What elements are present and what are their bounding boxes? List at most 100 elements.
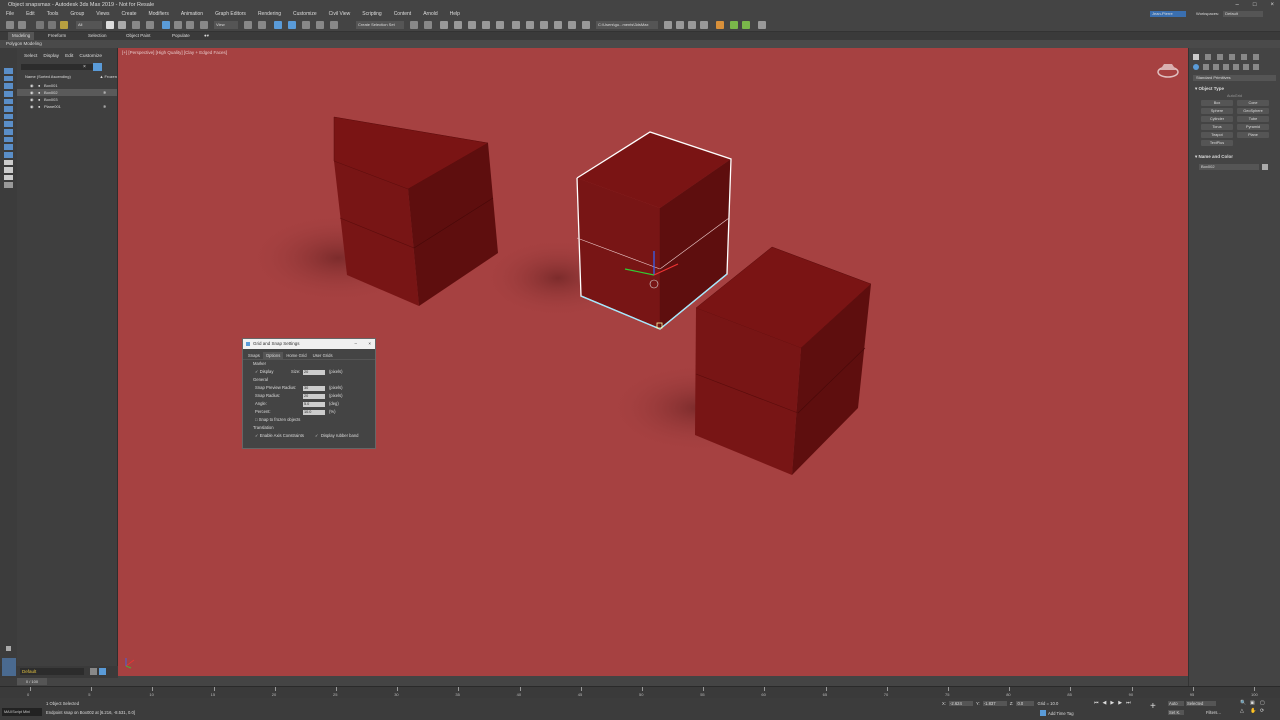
minimize-icon[interactable]: – (354, 339, 357, 349)
scene-tab-select[interactable]: Select (21, 54, 40, 59)
rotate-icon[interactable] (174, 21, 182, 29)
snap-radius-spinner[interactable]: 20 (303, 393, 325, 399)
motion-tab-icon[interactable] (1229, 54, 1235, 60)
filter-funnel-icon[interactable] (93, 63, 102, 71)
render-shortcut-icon[interactable] (716, 21, 724, 29)
key-filters-button[interactable]: Filters... (1206, 710, 1221, 715)
named-selection-dropdown[interactable]: Create Selection Set (356, 21, 404, 29)
redo-icon[interactable] (18, 21, 26, 29)
tab-user-grids[interactable]: User Grids (310, 352, 336, 359)
box001-mesh[interactable] (333, 116, 498, 306)
lights-icon[interactable] (1213, 64, 1219, 70)
menu-scripting[interactable]: Scripting (356, 10, 387, 18)
go-to-start-icon[interactable]: ⏮ (1094, 700, 1099, 706)
scale-icon[interactable] (186, 21, 194, 29)
scene-explorer-toggle-icon[interactable] (440, 21, 448, 29)
visibility-eye-icon[interactable]: ◉ (30, 89, 34, 96)
helpers-filter-icon[interactable] (4, 121, 13, 127)
preview-radius-spinner[interactable]: 30 (303, 385, 325, 391)
freeze-icon[interactable]: ❄ (103, 103, 106, 110)
angle-spinner[interactable]: 5.0 (303, 401, 325, 407)
select-manipulate-icon[interactable] (258, 21, 266, 29)
shapes-filter-icon[interactable] (4, 98, 13, 105)
cylinder-button[interactable]: Cylinder (1201, 116, 1233, 122)
layer-toggle-icon[interactable] (99, 668, 106, 675)
arnold-render-icon[interactable] (742, 21, 750, 29)
y-field[interactable]: -1.837 (982, 701, 1007, 706)
expand-arrow-icon[interactable] (6, 646, 11, 651)
axis-constraints-checkbox[interactable]: ✓ (255, 433, 259, 438)
ribbon-subtitle[interactable]: Polygon Modeling (6, 41, 42, 46)
minimize-icon[interactable]: – (1236, 0, 1239, 10)
size-spinner[interactable]: 20 (303, 369, 325, 375)
place-icon[interactable] (200, 21, 208, 29)
plane-button[interactable]: Plane (1237, 132, 1269, 138)
pyramid-button[interactable]: Pyramid (1237, 124, 1269, 130)
menu-edit[interactable]: Edit (20, 10, 41, 18)
project-folder-icon[interactable] (664, 21, 672, 29)
scene-tab-edit[interactable]: Edit (62, 54, 76, 59)
angle-snap-icon[interactable] (288, 21, 296, 29)
rendered-frame-icon[interactable] (540, 21, 548, 29)
utilities-tab-icon[interactable] (1253, 54, 1259, 60)
user-account-button[interactable]: Jean-Pierre (1150, 11, 1186, 17)
display-checkbox[interactable]: ✓ (255, 369, 259, 374)
box-button[interactable]: Box (1201, 100, 1233, 106)
tab-freeform[interactable]: Freeform (48, 32, 66, 40)
name-color-rollout[interactable]: ▾ Name and Color (1189, 152, 1280, 162)
curve-editor-icon[interactable] (482, 21, 490, 29)
space-warps-filter-icon[interactable] (4, 129, 13, 135)
groups-filter-icon[interactable] (4, 136, 13, 143)
auto-key-button[interactable]: Auto (1168, 701, 1184, 706)
pan-icon[interactable]: ✋ (1250, 708, 1258, 714)
render-production-icon[interactable] (554, 21, 562, 29)
percent-snap-icon[interactable] (302, 21, 310, 29)
menu-create[interactable]: Create (116, 10, 143, 18)
maxscript-listener[interactable]: MAXScript Mini (2, 708, 42, 716)
torus-button[interactable]: Torus (1201, 124, 1233, 130)
x-field[interactable]: -2.624 (948, 701, 973, 706)
frozen-filter-icon[interactable] (4, 167, 13, 173)
tab-options[interactable]: Options (262, 352, 284, 359)
visibility-eye-icon[interactable]: ◉ (30, 96, 34, 103)
clear-search-icon[interactable]: × (83, 64, 86, 70)
helpers-icon[interactable] (1233, 64, 1239, 70)
selection-filter-dropdown[interactable]: All (76, 21, 102, 29)
shapes-icon[interactable] (1203, 64, 1209, 70)
tab-home-grid[interactable]: Home Grid (283, 352, 309, 359)
arnold-icon[interactable] (730, 21, 738, 29)
add-time-tag[interactable]: Add Time Tag (1048, 711, 1074, 716)
menu-group[interactable]: Group (64, 10, 90, 18)
list-item[interactable]: ◉ ● Plane001 ❄ (17, 103, 117, 110)
containers-filter-icon[interactable] (4, 159, 13, 166)
menu-civil-view[interactable]: Civil View (323, 10, 357, 18)
close-icon[interactable]: × (1270, 0, 1274, 10)
display-all-icon[interactable] (4, 75, 13, 82)
timeline[interactable]: 0 5 10 15 20 25 30 35 40 45 50 55 60 65 70 75 80 85 90 95 10… (0, 686, 1280, 698)
layer-settings-icon[interactable] (90, 668, 97, 675)
pivot-center-icon[interactable] (244, 21, 252, 29)
display-invert-icon[interactable] (4, 83, 13, 89)
mirror-icon[interactable] (410, 21, 418, 29)
scene-tab-customize[interactable]: Customize (76, 54, 105, 59)
list-item[interactable]: ◉ ● Box001 (17, 82, 117, 89)
cone-button[interactable]: Cone (1237, 100, 1269, 106)
bind-space-warp-icon[interactable] (60, 21, 68, 29)
z-field[interactable]: 0.0 (1016, 701, 1035, 706)
primitive-type-dropdown[interactable]: Standard Primitives (1193, 75, 1276, 81)
textplus-button[interactable]: TextPlus (1201, 140, 1233, 146)
menu-content[interactable]: Content (388, 10, 418, 18)
workspace-selector[interactable]: Workspaces: Default (1196, 11, 1264, 17)
close-icon[interactable]: × (368, 339, 371, 349)
cameras-icon[interactable] (1223, 64, 1229, 70)
dialog-title-bar[interactable]: Grid and Snap Settings – × (243, 339, 375, 349)
layer-explorer-icon[interactable] (454, 21, 462, 29)
scene-list-header[interactable]: Name (Sorted Ascending) ▲ Frozen (25, 74, 117, 79)
teapot-button[interactable]: Teapot (1201, 132, 1233, 138)
object-color-swatch[interactable] (1262, 164, 1268, 170)
zoom-all-icon[interactable]: ▣ (1250, 700, 1258, 706)
geosphere-button[interactable]: GeoSphere (1237, 108, 1269, 114)
systems-icon[interactable] (1253, 64, 1259, 70)
name-column-header[interactable]: Name (Sorted Ascending) (25, 74, 71, 79)
layer-dropdown[interactable]: Default (20, 668, 84, 675)
